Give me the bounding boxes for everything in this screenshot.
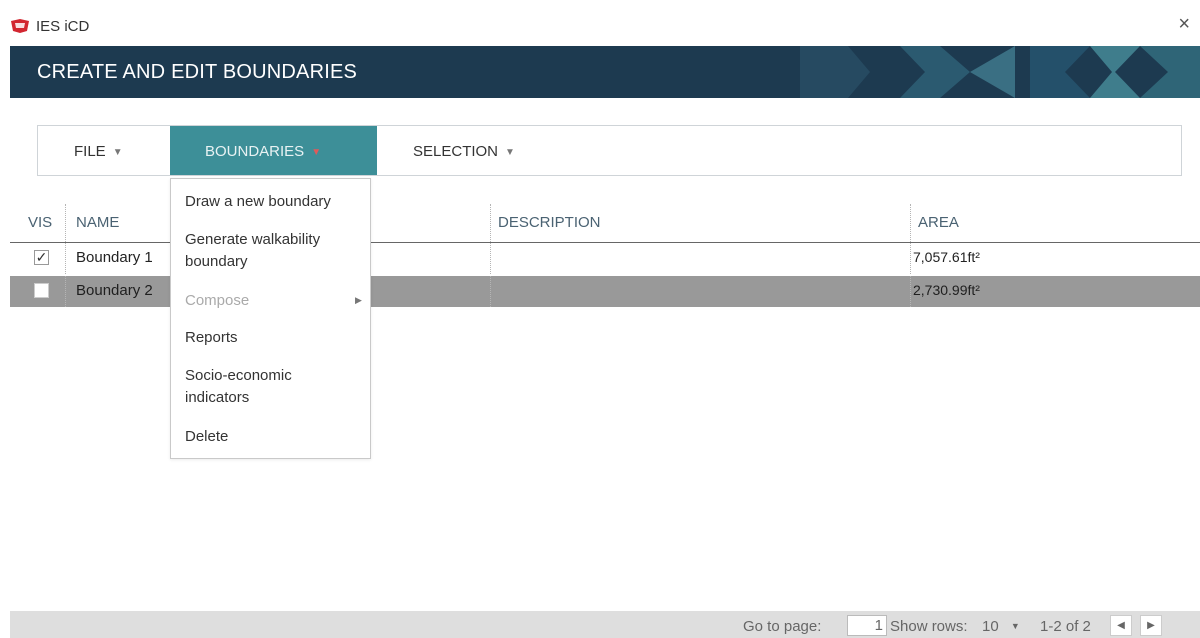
caret-down-icon: ▼: [311, 147, 322, 158]
pagination-bar: Go to page: 1 Show rows: 10 ▼ 1-2 of 2 ◀…: [10, 611, 1200, 638]
caret-down-icon: ▼: [112, 147, 123, 158]
column-divider: [490, 204, 491, 242]
title-bar: IES iCD ×: [0, 0, 1200, 46]
menu-item-label: boundary: [185, 253, 248, 270]
boundary-area: 7,057.61ft²: [913, 249, 980, 265]
rows-per-page-select[interactable]: 10 ▼: [982, 618, 1020, 635]
app-name: IES iCD: [36, 18, 90, 35]
menu-item-reports[interactable]: Reports: [185, 327, 238, 349]
close-icon[interactable]: ×: [1178, 14, 1190, 34]
column-divider: [910, 243, 911, 274]
menu-item-compose: Compose: [185, 292, 250, 309]
boundaries-dropdown-menu: Draw a new boundary Generate walkability…: [170, 178, 371, 459]
column-header-area[interactable]: AREA: [918, 214, 959, 231]
column-divider: [490, 276, 491, 307]
go-to-page-label: Go to page:: [743, 618, 822, 635]
banner-decoration: [800, 46, 1200, 98]
visibility-checkbox[interactable]: [34, 283, 49, 298]
submenu-arrow-icon: ▶: [355, 295, 362, 305]
menu-item-label: Socio-economic: [185, 367, 292, 384]
boundary-name: Boundary 1: [76, 249, 153, 266]
column-divider: [65, 243, 66, 274]
caret-down-icon: ▼: [505, 147, 515, 158]
toolbar: FILE ▼ BOUNDARIES ▼ SELECTION ▼: [37, 125, 1182, 176]
app-logo-icon: [11, 19, 29, 33]
menu-item-generate-walkability-boundary[interactable]: Generate walkability boundary: [185, 229, 320, 273]
column-divider: [65, 204, 66, 242]
column-header-description[interactable]: DESCRIPTION: [498, 214, 601, 231]
page-title: CREATE AND EDIT BOUNDARIES: [37, 61, 358, 83]
boundary-area: 2,730.99ft²: [913, 282, 980, 298]
column-header-vis[interactable]: VIS: [28, 214, 52, 231]
page-range: 1-2 of 2: [1040, 618, 1091, 635]
chevron-down-icon: ▼: [1010, 621, 1020, 631]
column-divider: [910, 276, 911, 307]
show-rows-label: Show rows:: [890, 618, 968, 635]
column-divider: [65, 276, 66, 307]
visibility-checkbox[interactable]: ✓: [34, 250, 49, 265]
boundaries-menu-button[interactable]: BOUNDARIES ▼: [170, 126, 377, 175]
column-divider: [490, 243, 491, 274]
selection-menu-button[interactable]: SELECTION ▼: [377, 126, 577, 175]
menu-item-label: indicators: [185, 389, 250, 406]
selection-menu-label: SELECTION: [413, 143, 499, 160]
menu-item-draw-new-boundary[interactable]: Draw a new boundary: [185, 191, 331, 213]
file-menu-button[interactable]: FILE ▼: [38, 126, 170, 175]
menu-item-delete[interactable]: Delete: [185, 426, 228, 448]
file-menu-label: FILE: [74, 143, 106, 160]
column-divider: [910, 204, 911, 242]
column-header-name[interactable]: NAME: [76, 214, 119, 231]
previous-page-icon[interactable]: ◀: [1110, 615, 1132, 636]
menu-item-label: Generate walkability: [185, 231, 321, 248]
boundaries-menu-label: BOUNDARIES: [205, 143, 305, 160]
rows-per-page-value: 10: [982, 618, 999, 635]
next-page-icon[interactable]: ▶: [1140, 615, 1162, 636]
page-number-input[interactable]: 1: [847, 615, 887, 636]
menu-item-socio-economic-indicators[interactable]: Socio-economic indicators: [185, 365, 292, 409]
boundary-name: Boundary 2: [76, 282, 153, 299]
header-banner: CREATE AND EDIT BOUNDARIES: [10, 46, 1200, 98]
